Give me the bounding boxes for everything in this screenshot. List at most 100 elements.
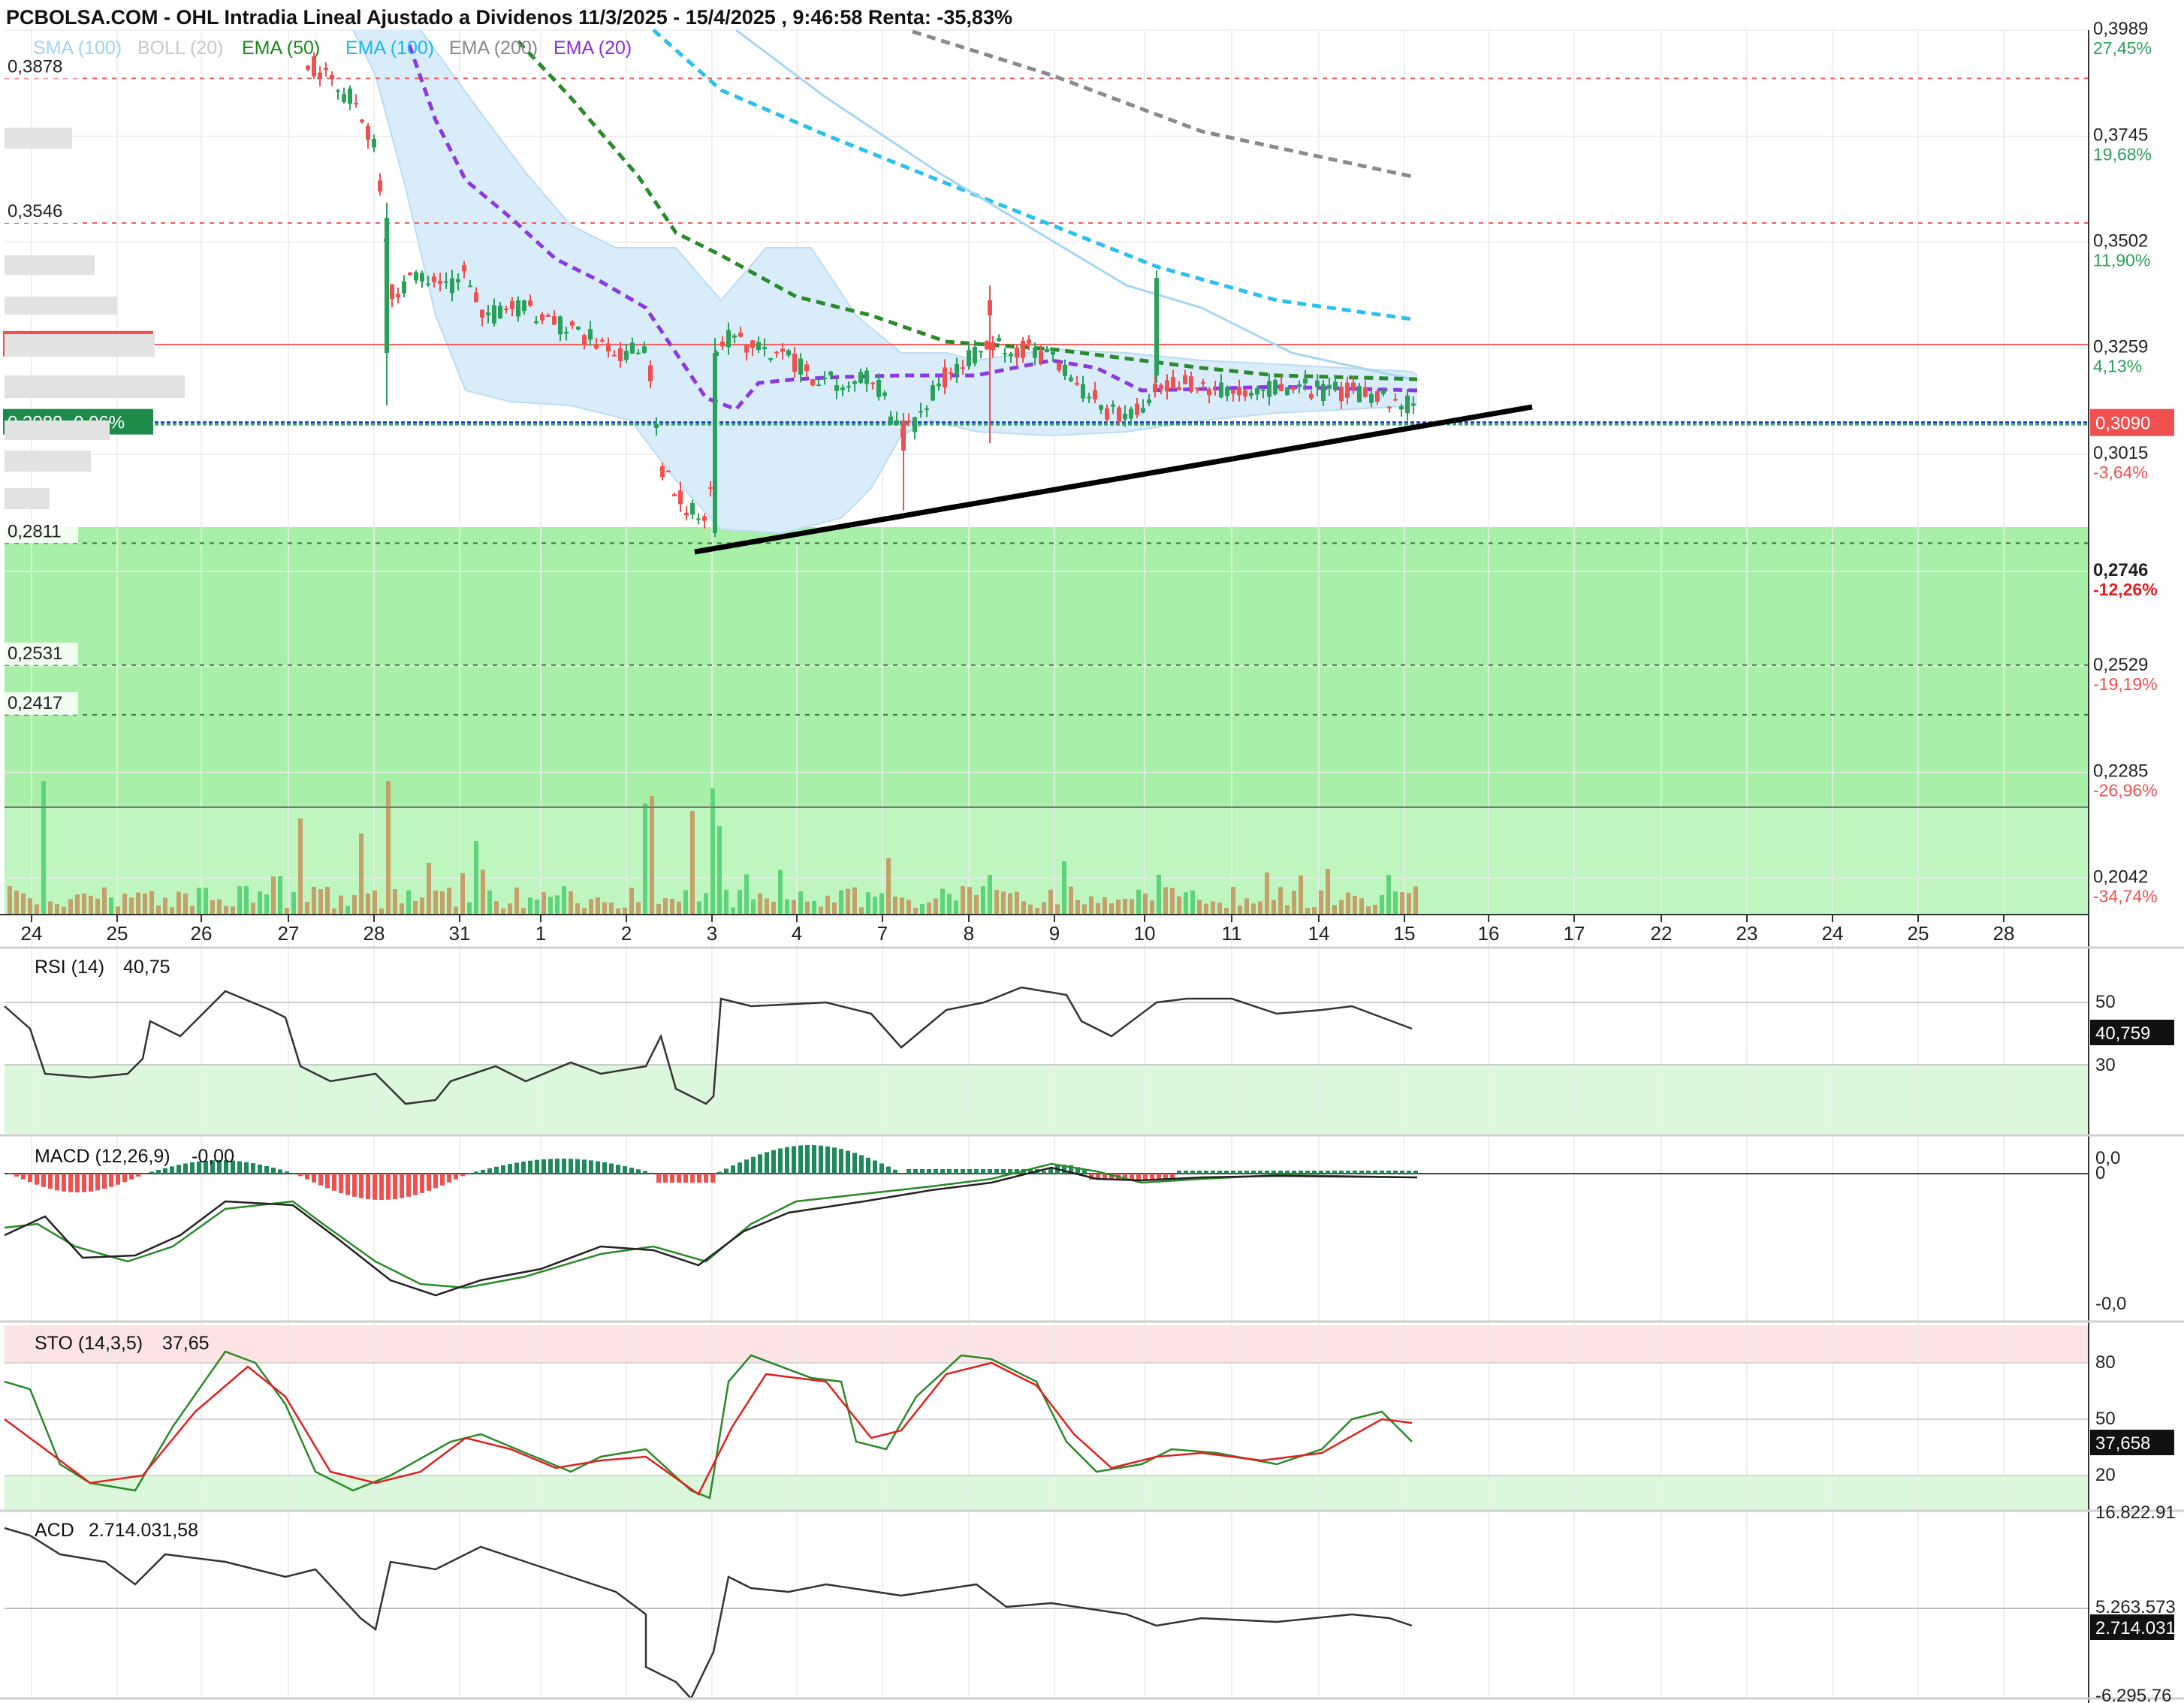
rsi-level-30: 30	[2095, 1055, 2116, 1075]
volume-bar	[508, 903, 512, 914]
macd-histogram-bar	[812, 1145, 816, 1174]
volume-bar	[1231, 887, 1235, 914]
candle-body	[1345, 382, 1350, 398]
volume-bar	[373, 890, 377, 914]
macd-histogram-bar	[62, 1174, 66, 1192]
macd-histogram-bar	[751, 1156, 756, 1174]
date-tick-label: 10	[1134, 922, 1156, 945]
volume-bar	[656, 904, 661, 914]
candle-body	[360, 119, 364, 122]
candle-body	[750, 340, 755, 348]
macd-histogram-bar	[555, 1159, 560, 1174]
volume-bar	[825, 895, 830, 914]
candle-body	[366, 125, 370, 140]
volume-bar	[1062, 861, 1066, 914]
volume-bar	[460, 873, 465, 914]
macd-histogram-bar	[1292, 1171, 1296, 1174]
candle-body	[516, 300, 520, 317]
candle-body	[690, 502, 695, 515]
candle-body	[1015, 347, 1019, 358]
candle-body	[762, 347, 767, 349]
level-label: 0,3878	[8, 56, 62, 77]
candle-body	[1261, 389, 1265, 391]
volume-bar	[765, 898, 769, 914]
bollinger-band	[352, 29, 1418, 535]
macd-histogram-bar	[798, 1145, 803, 1174]
candle-body	[1255, 388, 1259, 395]
macd-histogram-bar	[102, 1174, 107, 1189]
volume-bar	[278, 876, 282, 914]
volume-bar	[731, 907, 735, 914]
volume-bar	[136, 892, 140, 914]
macd-histogram-bar	[237, 1161, 242, 1174]
volume-profile-bar	[5, 451, 91, 472]
candle-body	[852, 381, 857, 384]
volume-bar	[528, 897, 532, 914]
volume-bar	[339, 895, 343, 914]
acd-label: ACD	[35, 1520, 74, 1541]
volume-bar	[521, 908, 526, 914]
candle-body	[955, 363, 959, 375]
candle-body	[348, 88, 352, 104]
volume-bar	[629, 888, 634, 914]
volume-bar	[555, 895, 560, 914]
candle-body	[600, 339, 605, 342]
date-tick-label: 17	[1564, 922, 1585, 945]
volume-bar	[28, 898, 32, 914]
candle-body	[720, 341, 725, 347]
volume-bar	[1400, 892, 1404, 914]
candle-body	[660, 466, 665, 478]
macd-histogram-bar	[28, 1174, 32, 1183]
macd-histogram-bar	[947, 1169, 952, 1174]
volume-bar	[1048, 889, 1053, 914]
candle-body	[552, 316, 557, 325]
macd-histogram-bar	[541, 1159, 546, 1174]
macd-histogram-bar	[825, 1146, 830, 1174]
macd-histogram-bar	[940, 1169, 945, 1174]
volume-bar	[237, 886, 242, 914]
macd-histogram-bar	[366, 1174, 370, 1199]
price-tick-label: 0,2746	[2093, 560, 2148, 580]
price-pct-label: -34,74%	[2093, 886, 2158, 906]
candle-body	[318, 72, 322, 80]
candle-body	[846, 385, 851, 387]
macd-histogram-bar	[900, 1173, 904, 1174]
acd-line	[4, 1527, 1413, 1701]
macd-histogram-bar	[839, 1149, 843, 1174]
macd-histogram-bar	[582, 1159, 587, 1174]
current-price-label: 0,3090	[2095, 414, 2150, 434]
volume-bar	[940, 888, 945, 914]
volume-bar	[514, 887, 519, 914]
volume-bar	[1292, 891, 1296, 914]
macd-histogram-bar	[710, 1174, 715, 1183]
volume-bar	[474, 841, 478, 914]
candle-body	[985, 341, 989, 350]
price-pct-label: 27,45%	[2093, 38, 2152, 58]
volume-bar	[1130, 899, 1134, 914]
macd-histogram-bar	[1339, 1171, 1344, 1174]
candle-body	[1273, 380, 1278, 395]
volume-bar	[298, 818, 303, 914]
macd-histogram-bar	[332, 1174, 336, 1191]
volume-bar	[264, 894, 269, 914]
macd-histogram-bar	[1001, 1169, 1006, 1174]
candle-body	[450, 278, 454, 294]
macd-histogram-bar	[832, 1147, 837, 1174]
volume-bar	[1346, 892, 1350, 914]
macd-histogram-bar	[55, 1174, 59, 1191]
legend: SMA (100) BOLL (20) EMA (50) EMA (100) EMA (…	[33, 38, 632, 59]
candle-body	[1027, 339, 1031, 344]
sto-level-50: 50	[2095, 1409, 2116, 1429]
candle-body	[1219, 382, 1223, 398]
macd-histogram-bar	[481, 1170, 485, 1174]
volume-bar	[981, 886, 985, 914]
macd-histogram-bar	[373, 1174, 377, 1200]
volume-bar	[433, 891, 438, 914]
candle-body	[576, 326, 581, 330]
chart-title: PCBOLSA.COM - OHL Intradia Lineal Ajusta…	[6, 6, 1012, 29]
macd-histogram-bar	[697, 1174, 701, 1183]
macd-histogram-bar	[251, 1163, 255, 1174]
candle-body	[1213, 389, 1217, 391]
candle-body	[901, 420, 906, 451]
volume-bar	[670, 898, 674, 914]
